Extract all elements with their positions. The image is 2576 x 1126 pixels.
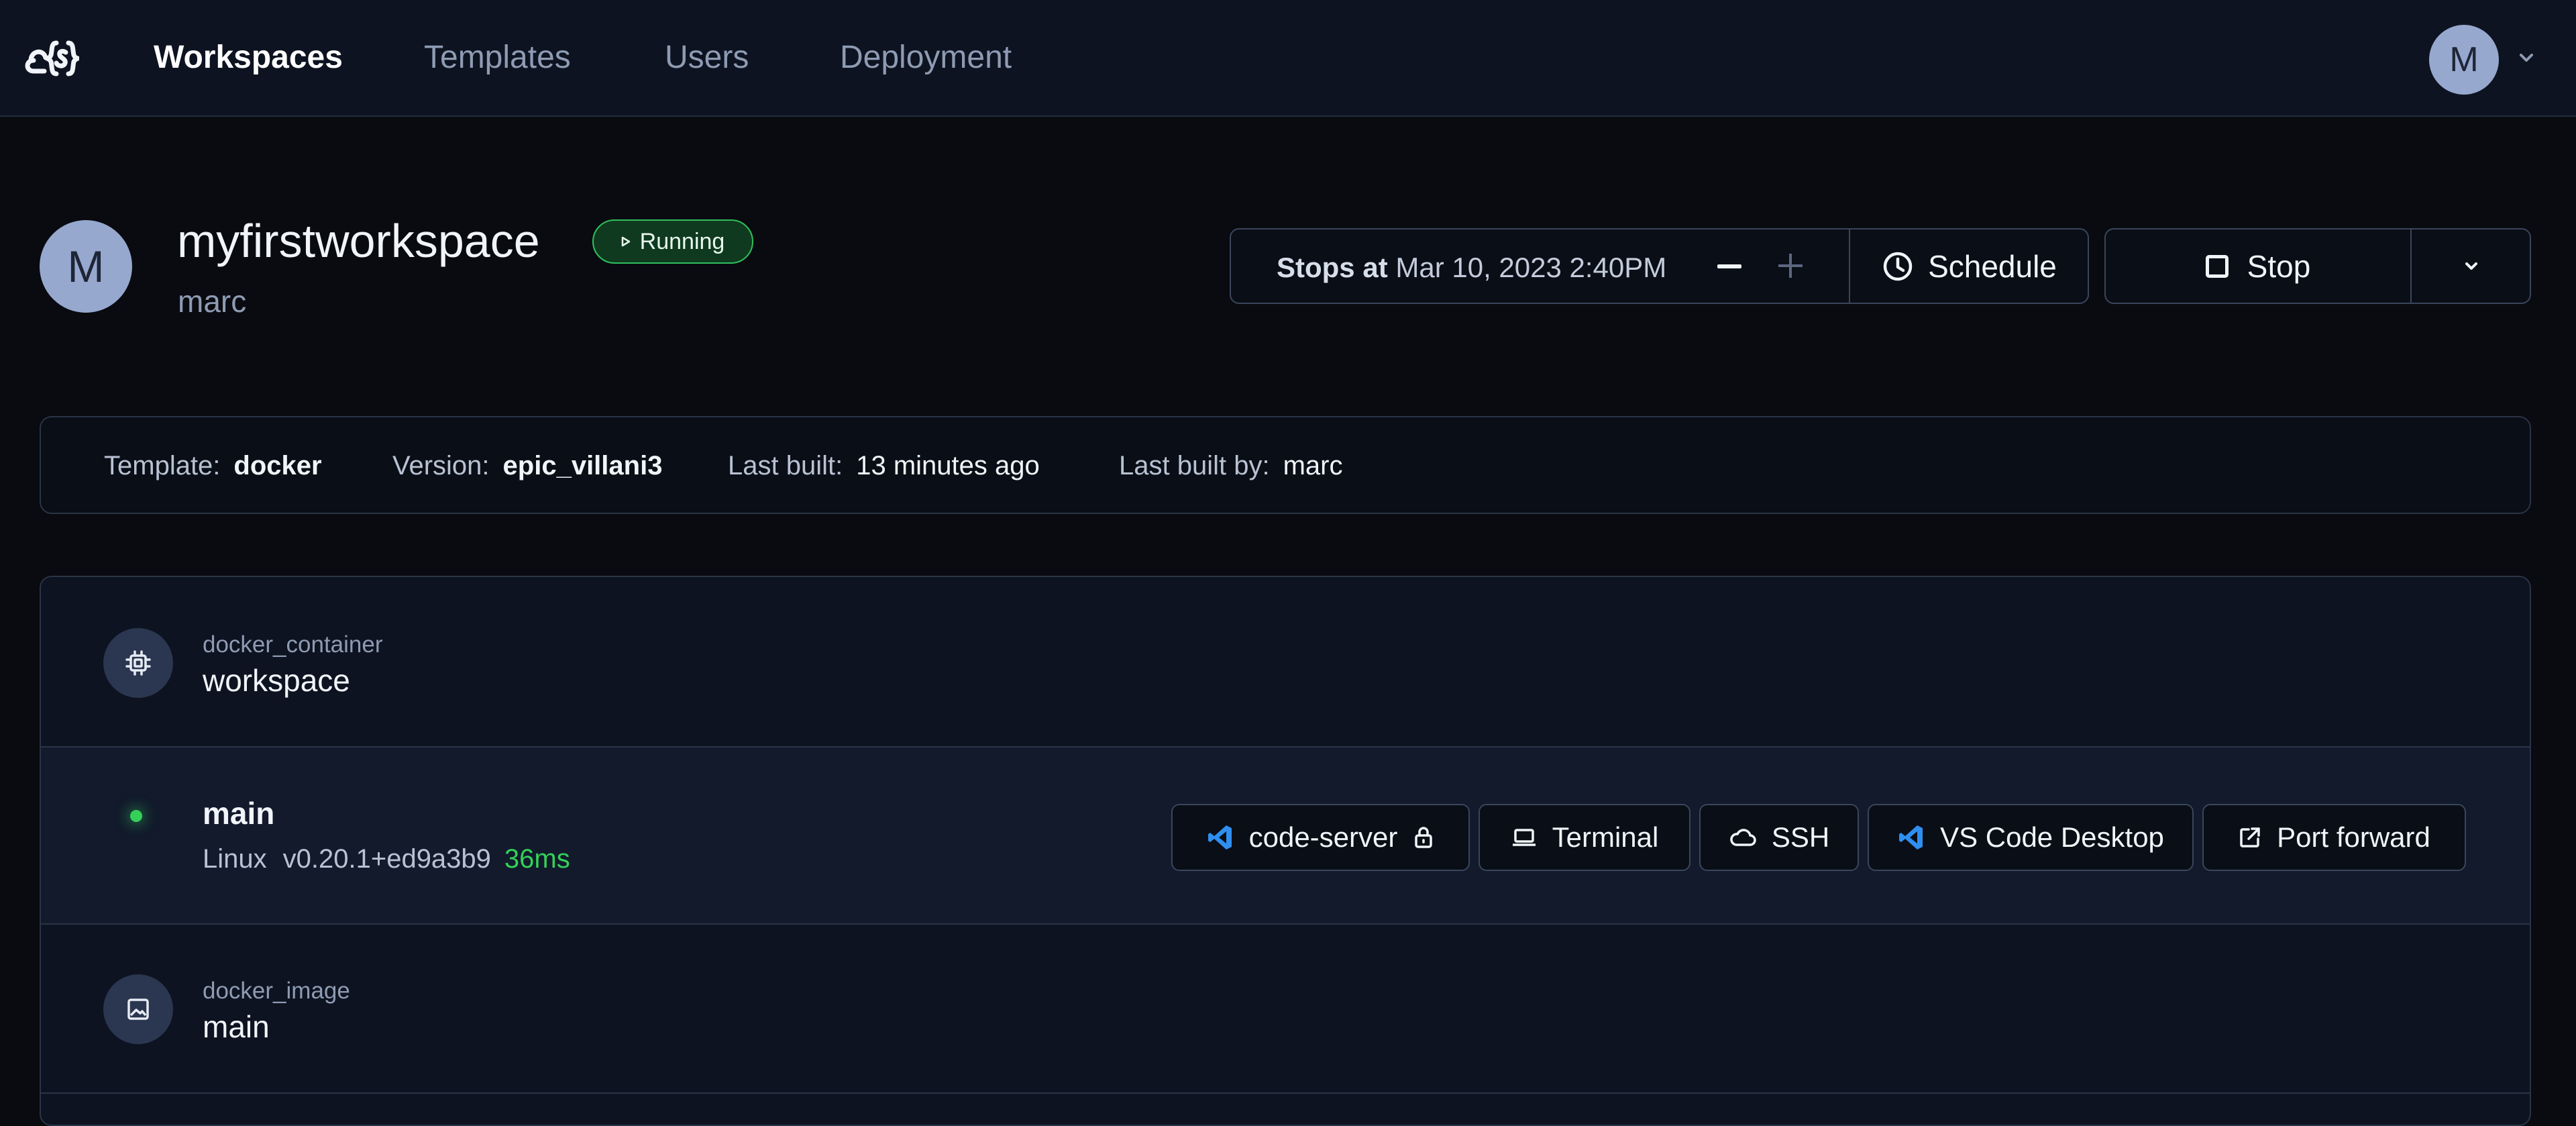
- increase-deadline-button[interactable]: [1778, 252, 1803, 279]
- schedule-label: Schedule: [1928, 248, 2057, 284]
- agent-latency: 36ms: [504, 844, 570, 874]
- chip-icon: [103, 628, 173, 698]
- schedule-button[interactable]: Schedule: [1850, 229, 2089, 303]
- resource-type: docker_image: [203, 978, 350, 1004]
- workspace-avatar: M: [40, 220, 132, 313]
- resource-row: docker_image main: [41, 925, 2530, 1094]
- stops-at-label: Stops at: [1277, 252, 1388, 283]
- more-actions-button[interactable]: [2412, 229, 2531, 303]
- port-forward-label: Port forward: [2277, 821, 2430, 853]
- stops-at-value: Mar 10, 2023 2:40PM: [1395, 252, 1667, 283]
- stop-button[interactable]: Stop: [2106, 229, 2410, 303]
- status-label: Running: [639, 228, 725, 254]
- info-template: Template: docker: [104, 450, 322, 482]
- clock-icon: [1883, 252, 1913, 280]
- vscode-desktop-button[interactable]: VS Code Desktop: [1868, 804, 2194, 871]
- agent-name: main: [203, 796, 275, 831]
- laptop-icon: [1512, 829, 1536, 846]
- info-last-built-by: Last built by: marc: [1119, 450, 1342, 482]
- terminal-button[interactable]: Terminal: [1479, 804, 1690, 871]
- info-template-label: Template:: [104, 451, 221, 480]
- schedule-controls: Stops at Mar 10, 2023 2:40PM Schedule: [1230, 228, 2089, 304]
- code-server-label: code-server: [1248, 821, 1398, 853]
- info-last-built: Last built: 13 minutes ago: [728, 450, 1040, 482]
- ssh-button[interactable]: SSH: [1699, 804, 1859, 871]
- info-version-label: Version:: [392, 451, 490, 480]
- nav-workspaces[interactable]: Workspaces: [154, 39, 343, 76]
- lock-icon: [1415, 827, 1433, 848]
- chevron-down-icon: [2465, 262, 2477, 270]
- info-last-built-by-label: Last built by:: [1119, 451, 1270, 480]
- resources-panel: docker_container workspace main Linux v0.…: [40, 576, 2531, 1126]
- terminal-label: Terminal: [1552, 821, 1659, 853]
- chevron-down-icon[interactable]: [2517, 51, 2536, 64]
- vscode-icon: [1208, 825, 1232, 850]
- port-forward-button[interactable]: Port forward: [2202, 804, 2466, 871]
- agent-version: v0.20.1+ed9a3b9: [282, 844, 491, 874]
- nav-users[interactable]: Users: [665, 39, 749, 76]
- image-icon: [103, 974, 173, 1044]
- agent-status-dot: [130, 810, 142, 822]
- top-navbar: Workspaces Templates Users Deployment M: [0, 0, 2576, 117]
- nav-deployment[interactable]: Deployment: [840, 39, 1012, 76]
- workspace-owner: marc: [178, 284, 247, 319]
- resource-name: main: [203, 1009, 270, 1044]
- play-icon: [621, 236, 630, 247]
- agent-meta: Linux v0.20.1+ed9a3b9 36ms: [203, 843, 570, 875]
- info-version: Version: epic_villani3: [392, 450, 662, 482]
- info-template-value[interactable]: docker: [233, 451, 321, 480]
- agent-os: Linux: [203, 844, 267, 874]
- stop-controls: Stop: [2104, 228, 2531, 304]
- code-server-button[interactable]: code-server: [1171, 804, 1470, 871]
- info-last-built-value: 13 minutes ago: [856, 451, 1040, 480]
- stop-label: Stop: [2247, 248, 2311, 284]
- vscode-icon: [1899, 825, 1923, 850]
- info-last-built-label: Last built:: [728, 451, 843, 480]
- external-link-icon: [2240, 827, 2260, 848]
- page-title: myfirstworkspace: [177, 215, 540, 267]
- info-last-built-by-value: marc: [1283, 451, 1343, 480]
- coder-logo-icon[interactable]: [24, 36, 79, 81]
- resource-row: docker_container workspace: [41, 577, 2530, 748]
- stops-at-text: Stops at Mar 10, 2023 2:40PM: [1277, 251, 1666, 285]
- info-version-value[interactable]: epic_villani3: [503, 451, 663, 480]
- resource-name: workspace: [203, 663, 350, 698]
- stop-icon: [2205, 254, 2229, 278]
- status-badge: Running: [592, 219, 753, 264]
- vscode-desktop-label: VS Code Desktop: [1940, 821, 2164, 853]
- decrease-deadline-button[interactable]: [1717, 264, 1741, 268]
- user-avatar[interactable]: M: [2429, 25, 2499, 95]
- cloud-icon: [1730, 829, 1756, 846]
- nav-templates[interactable]: Templates: [424, 39, 571, 76]
- ssh-label: SSH: [1771, 821, 1830, 853]
- workspace-info-bar: Template: docker Version: epic_villani3 La…: [40, 416, 2531, 514]
- resource-type: docker_container: [203, 631, 383, 658]
